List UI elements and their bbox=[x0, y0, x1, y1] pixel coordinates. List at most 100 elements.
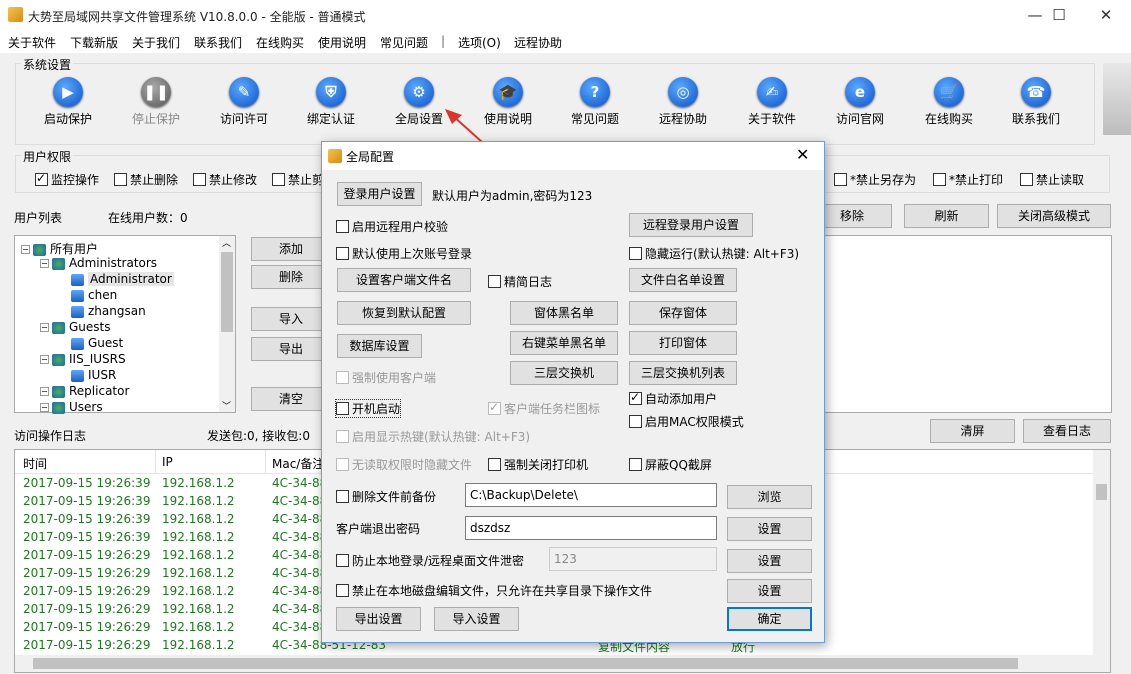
checkbox-box[interactable] bbox=[114, 173, 127, 186]
set-client-filename-button[interactable]: 设置客户端文件名 bbox=[337, 268, 471, 292]
toolbar-button-question[interactable]: ? 常见问题 bbox=[555, 72, 635, 132]
log-hscrollbar[interactable] bbox=[15, 655, 1110, 672]
permission-checkbox[interactable]: 禁止修改 bbox=[193, 171, 257, 188]
tree-expander-icon[interactable]: − bbox=[40, 387, 49, 396]
set-exit-password-button[interactable]: 设置 bbox=[727, 517, 812, 541]
permission-checkbox[interactable]: 监控操作 bbox=[35, 171, 99, 188]
tree-expander-icon[interactable]: − bbox=[40, 355, 49, 364]
user-tree[interactable]: − 所有用户 − Administrators Administrator chen zha… bbox=[14, 235, 236, 414]
tree-scrollbar[interactable]: ︿ ﹀ bbox=[219, 236, 235, 412]
block-qq-screenshot-checkbox[interactable]: 屏蔽QQ截屏 bbox=[629, 456, 712, 473]
refresh-button[interactable]: 刷新 bbox=[904, 204, 989, 228]
log-vscroll-thumb[interactable] bbox=[1096, 484, 1107, 500]
menu-buy[interactable]: 在线购买 bbox=[256, 34, 304, 51]
database-settings-button[interactable]: 数据库设置 bbox=[337, 334, 422, 358]
l3-switch-list-button[interactable]: 三层交换机列表 bbox=[629, 361, 737, 385]
hide-run-checkbox[interactable]: 隐藏运行(默认热键: Alt+F3) bbox=[629, 245, 799, 262]
dialog-close-button[interactable]: ✕ bbox=[796, 145, 809, 164]
import-settings-button[interactable]: 导入设置 bbox=[434, 607, 519, 631]
menu-about-us[interactable]: 关于我们 bbox=[132, 34, 180, 51]
checkbox-box[interactable] bbox=[336, 371, 349, 384]
precise-log-checkbox[interactable]: 精简日志 bbox=[488, 273, 552, 290]
file-whitelist-button[interactable]: 文件白名单设置 bbox=[629, 268, 737, 292]
tree-node[interactable]: − 所有用户 bbox=[21, 240, 98, 257]
hotkey-checkbox[interactable]: 启用显示热键(默认热键: Alt+F3) bbox=[336, 428, 530, 445]
checkbox-box[interactable] bbox=[193, 173, 206, 186]
checkbox-box[interactable] bbox=[933, 173, 946, 186]
close-advanced-mode-button[interactable]: 关闭高级模式 bbox=[997, 204, 1111, 228]
checkbox-box[interactable] bbox=[272, 173, 285, 186]
checkbox-box[interactable] bbox=[336, 490, 349, 503]
checkbox-box[interactable] bbox=[629, 458, 642, 471]
tree-node[interactable]: zhangsan bbox=[59, 304, 146, 318]
permission-checkbox[interactable]: 禁止读取 bbox=[1020, 171, 1084, 188]
tree-node[interactable]: − Replicator bbox=[40, 384, 129, 398]
backup-path-field[interactable]: C:\Backup\Delete\ bbox=[465, 483, 717, 507]
local-disk-edit-checkbox[interactable]: 禁止在本地磁盘编辑文件，只允许在共享目录下操作文件 bbox=[336, 582, 652, 599]
checkbox-box[interactable] bbox=[336, 430, 349, 443]
checkbox-box[interactable] bbox=[336, 220, 349, 233]
mac-mode-checkbox[interactable]: 启用MAC权限模式 bbox=[629, 413, 744, 430]
set-local-disk-button[interactable]: 设置 bbox=[727, 579, 812, 603]
checkbox-box[interactable] bbox=[629, 415, 642, 428]
set-leak-button[interactable]: 设置 bbox=[727, 549, 812, 573]
tree-node[interactable]: − Administrators bbox=[40, 256, 157, 270]
tree-expander-icon[interactable]: − bbox=[40, 323, 49, 332]
export-button[interactable]: 导出 bbox=[251, 337, 331, 361]
permission-checkbox[interactable]: 禁止删除 bbox=[114, 171, 178, 188]
hide-no-read-checkbox[interactable]: 无读取权限时隐藏文件 bbox=[336, 456, 472, 473]
force-close-printer-checkbox[interactable]: 强制关闭打印机 bbox=[488, 456, 588, 473]
toolbar-button-browser[interactable]: e 访问官网 bbox=[820, 72, 900, 132]
col-time[interactable]: 时间 bbox=[23, 455, 47, 472]
window-blacklist-button[interactable]: 窗体黑名单 bbox=[510, 301, 618, 325]
clear-button[interactable]: 清空 bbox=[251, 387, 331, 411]
menu-options[interactable]: 选项(O) bbox=[458, 34, 501, 51]
permission-checkbox[interactable]: 禁止剪 bbox=[272, 171, 324, 188]
delete-user-button[interactable]: 删除 bbox=[251, 265, 331, 289]
menu-download[interactable]: 下载新版 bbox=[70, 34, 118, 51]
restore-defaults-button[interactable]: 恢复到默认配置 bbox=[337, 301, 471, 325]
menu-remote[interactable]: 远程协助 bbox=[514, 34, 562, 51]
checkbox-box[interactable] bbox=[488, 400, 501, 415]
tree-node[interactable]: − Users bbox=[40, 400, 103, 414]
checkbox-box[interactable] bbox=[629, 247, 642, 260]
checkbox-box[interactable] bbox=[336, 584, 349, 597]
menu-about-software[interactable]: 关于软件 bbox=[8, 34, 56, 51]
log-hscroll-thumb[interactable] bbox=[33, 658, 1018, 669]
toolbar-button-key[interactable]: ✎ 访问许可 bbox=[204, 72, 284, 132]
tree-node[interactable]: − Guests bbox=[40, 320, 111, 334]
prevent-leak-checkbox[interactable]: 防止本地登录/远程桌面文件泄密 bbox=[336, 552, 524, 569]
tree-node[interactable]: − IIS_IUSRS bbox=[40, 352, 126, 366]
checkbox-box[interactable] bbox=[488, 275, 501, 288]
tree-node[interactable]: chen bbox=[59, 288, 117, 302]
export-settings-button[interactable]: 导出设置 bbox=[336, 607, 421, 631]
maximize-button[interactable]: ☐ bbox=[1036, 0, 1082, 31]
menu-manual[interactable]: 使用说明 bbox=[318, 34, 366, 51]
toolbar-button-globe[interactable]: ◎ 远程协助 bbox=[643, 72, 723, 132]
close-button[interactable]: ✕ bbox=[1083, 0, 1129, 31]
save-window-button[interactable]: 保存窗体 bbox=[629, 301, 737, 325]
login-user-settings-button[interactable]: 登录用户设置 bbox=[337, 182, 422, 206]
checkbox-box[interactable] bbox=[336, 247, 349, 260]
col-mac[interactable]: Mac/备注 bbox=[272, 455, 324, 472]
tree-node[interactable]: Guest bbox=[59, 336, 123, 350]
checkbox-box[interactable] bbox=[336, 554, 349, 567]
checkbox-box[interactable] bbox=[834, 173, 847, 186]
checkbox-box[interactable] bbox=[336, 458, 349, 471]
toolbar-button-cart[interactable]: 🛒 在线购买 bbox=[909, 72, 989, 132]
col-ip[interactable]: IP bbox=[162, 455, 173, 469]
force-client-checkbox[interactable]: 强制使用客户端 bbox=[336, 369, 436, 386]
permission-checkbox[interactable]: *禁止打印 bbox=[933, 171, 1003, 188]
checkbox-box[interactable] bbox=[488, 458, 501, 471]
clear-screen-button[interactable]: 清屏 bbox=[930, 419, 1015, 443]
tree-expander-icon[interactable]: − bbox=[21, 245, 30, 254]
leak-value-field[interactable]: 123 bbox=[549, 547, 717, 571]
checkbox-box[interactable] bbox=[1020, 173, 1033, 186]
boot-start-checkbox[interactable]: 开机启动 bbox=[334, 399, 402, 418]
view-log-button[interactable]: 查看日志 bbox=[1023, 419, 1111, 443]
tree-node[interactable]: Administrator bbox=[59, 272, 174, 286]
scroll-down-icon[interactable]: ﹀ bbox=[222, 399, 231, 412]
tree-expander-icon[interactable]: − bbox=[40, 259, 49, 268]
backup-before-delete-checkbox[interactable]: 删除文件前备份 bbox=[336, 488, 436, 505]
toolbar-button-phone[interactable]: ☎ 联系我们 bbox=[996, 72, 1076, 132]
